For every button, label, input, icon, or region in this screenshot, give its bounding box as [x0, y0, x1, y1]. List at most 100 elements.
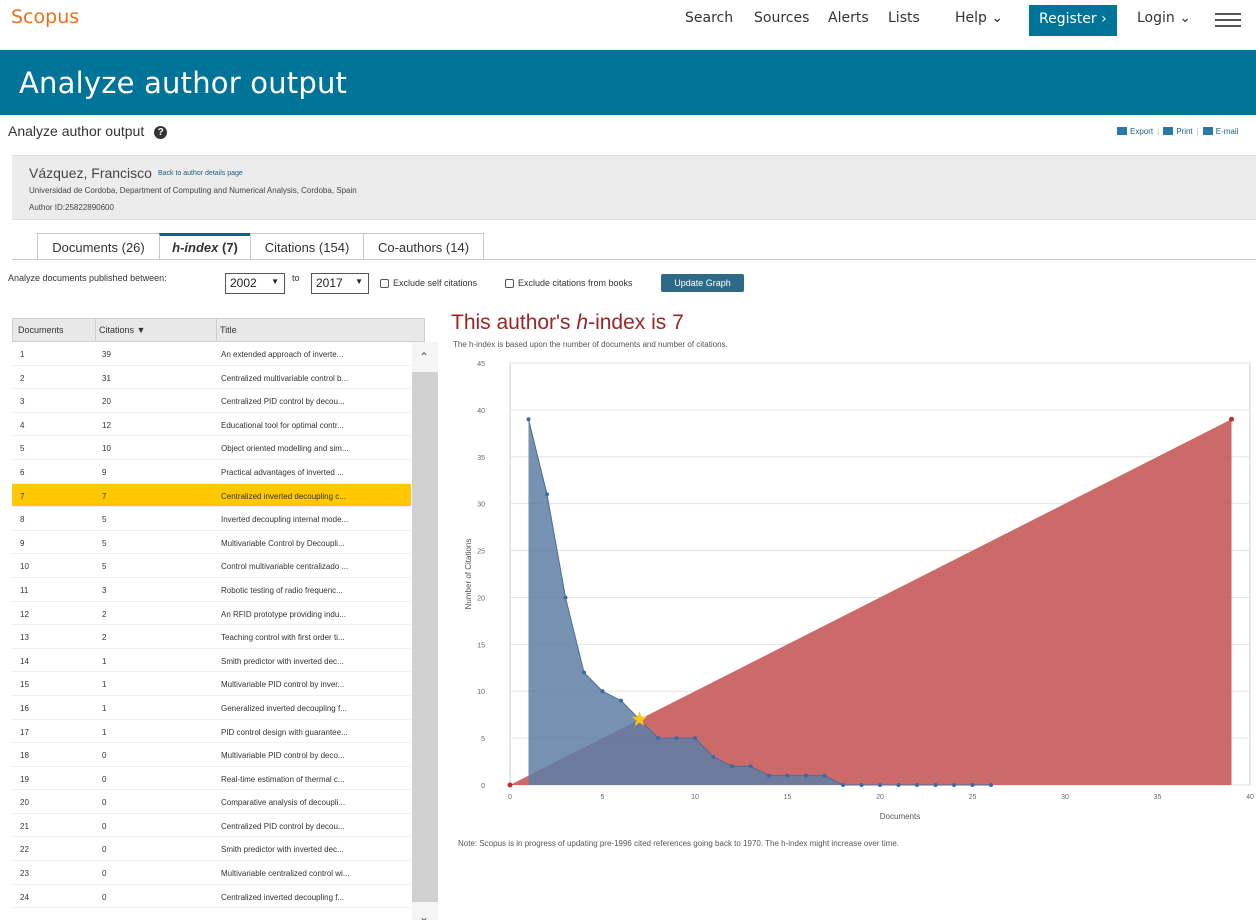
col-title[interactable]: Title — [220, 325, 237, 335]
row-citations: 0 — [102, 798, 107, 808]
row-title[interactable]: Multivariable PID control by inver... — [221, 680, 344, 689]
tab-h-index[interactable]: h-index (7) — [159, 233, 251, 260]
table-scrollbar[interactable]: ⌃ ⌄ — [412, 342, 438, 920]
table-row[interactable]: 3 20 Centralized PID control by decou... — [12, 389, 411, 413]
row-title[interactable]: Multivariable centralized control wi... — [221, 869, 350, 878]
table-row[interactable]: 14 1 Smith predictor with inverted dec... — [12, 649, 411, 673]
row-title[interactable]: Real-time estimation of thermal c... — [221, 775, 345, 784]
sort-icon: ▼ — [136, 325, 146, 335]
table-row[interactable]: 13 2 Teaching control with first order ti.… — [12, 625, 411, 649]
scroll-up-icon[interactable]: ⌃ — [419, 350, 429, 364]
table-row[interactable]: 24 0 Centralized inverted decoupling f... — [12, 885, 411, 909]
print-link[interactable]: Print — [1176, 127, 1192, 136]
row-title[interactable]: An RFID prototype providing indu... — [221, 610, 346, 619]
table-row[interactable]: 2 31 Centralized multivariable control b..… — [12, 366, 411, 390]
table-row[interactable]: 20 0 Comparative analysis of decoupli... — [12, 790, 411, 814]
row-title[interactable]: Centralized PID control by decou... — [221, 397, 345, 406]
register-button[interactable]: Register › — [1029, 5, 1117, 36]
row-title[interactable]: Multivariable PID control by deco... — [221, 751, 345, 760]
nav-sources[interactable]: Sources — [754, 10, 809, 26]
tab-co-authors[interactable]: Co-authors (14) — [363, 233, 484, 260]
row-title[interactable]: Control multivariable centralizado ... — [221, 562, 348, 571]
x-tick-label: 15 — [784, 794, 792, 801]
export-link[interactable]: Export — [1130, 127, 1153, 136]
year-to-select[interactable]: 2017 ▼ — [311, 273, 369, 294]
table-row[interactable]: 16 1 Generalized inverted decoupling f... — [12, 696, 411, 720]
nav-search[interactable]: Search — [685, 10, 733, 26]
row-title[interactable]: Smith predictor with inverted dec... — [221, 657, 344, 666]
row-title[interactable]: An extended approach of inverte... — [221, 350, 343, 359]
row-citations: 2 — [102, 609, 107, 619]
row-citations: 5 — [102, 538, 107, 548]
row-title[interactable]: Educational tool for optimal contr... — [221, 421, 344, 430]
table-row[interactable]: 8 5 Inverted decoupling internal mode... — [12, 507, 411, 531]
table-row[interactable]: 10 5 Control multivariable centralizado ..… — [12, 554, 411, 578]
row-citations: 5 — [102, 562, 107, 572]
table-row[interactable]: 15 1 Multivariable PID control by inver... — [12, 672, 411, 696]
scopus-logo[interactable]: Scopus — [11, 6, 79, 28]
back-to-author-link[interactable]: Back to author details page — [158, 170, 243, 177]
nav-lists[interactable]: Lists — [888, 10, 920, 26]
col-documents[interactable]: Documents — [18, 325, 64, 335]
update-graph-button[interactable]: Update Graph — [661, 274, 744, 292]
help-icon[interactable]: ? — [154, 126, 168, 139]
documents-table: Documents Citations ▼ Title 1 39 An extend… — [12, 318, 438, 920]
table-row[interactable]: 18 0 Multivariable PID control by deco... — [12, 743, 411, 767]
row-citations: 0 — [102, 892, 107, 902]
row-title[interactable]: Centralized inverted decoupling f... — [221, 893, 344, 902]
citations-point — [859, 783, 864, 787]
row-title[interactable]: Multivariable Control by Decoupli... — [221, 539, 345, 548]
table-row[interactable]: 17 1 PID control design with guarantee... — [12, 720, 411, 744]
citations-point — [545, 492, 549, 497]
exclude-books-checkbox[interactable] — [505, 279, 514, 288]
y-tick-label: 0 — [481, 783, 485, 790]
table-row[interactable]: 19 0 Real-time estimation of thermal c... — [12, 767, 411, 791]
scrollbar-thumb[interactable] — [412, 372, 438, 902]
row-title[interactable]: Robotic testing of radio frequenc... — [221, 586, 343, 595]
y-tick-label: 25 — [477, 549, 485, 556]
menu-icon[interactable] — [1215, 13, 1241, 27]
row-title[interactable]: Generalized inverted decoupling f... — [221, 704, 347, 713]
row-citations: 1 — [102, 656, 107, 666]
table-row[interactable]: 5 10 Object oriented modelling and sim... — [12, 436, 411, 460]
to-label: to — [292, 273, 300, 283]
table-row[interactable]: 11 3 Robotic testing of radio frequenc... — [12, 578, 411, 602]
row-doc-number: 4 — [20, 420, 25, 430]
table-row[interactable]: 1 39 An extended approach of inverte... — [12, 342, 411, 366]
table-row[interactable]: 6 9 Practical advantages of inverted ... — [12, 460, 411, 484]
table-row[interactable]: 23 0 Multivariable centralized control wi.… — [12, 861, 411, 885]
row-citations: 1 — [102, 727, 107, 737]
row-title[interactable]: Practical advantages of inverted ... — [221, 468, 344, 477]
row-title[interactable]: Centralized multivariable control b... — [221, 374, 348, 383]
citations-point — [767, 773, 771, 778]
row-title[interactable]: Comparative analysis of decoupli... — [221, 798, 345, 807]
col-citations[interactable]: Citations ▼ — [99, 325, 145, 335]
row-title[interactable]: Inverted decoupling internal mode... — [221, 515, 348, 524]
h-index-chart: 0 5 10 15 20 25 30 35 40 45 0 5 10 15 20 25 30 35 40 Docume… — [464, 361, 1254, 821]
year-from-select[interactable]: 2002 ▼ — [225, 273, 285, 294]
table-row[interactable]: 4 12 Educational tool for optimal contr... — [12, 413, 411, 437]
print-icon — [1163, 127, 1174, 135]
email-link[interactable]: E-mail — [1216, 127, 1239, 136]
row-citations: 20 — [102, 397, 111, 407]
row-title[interactable]: PID control design with guarantee... — [221, 728, 348, 737]
table-row[interactable]: 22 0 Smith predictor with inverted dec... — [12, 837, 411, 862]
nav-help[interactable]: Help ⌄ — [955, 10, 1003, 26]
exclude-self-checkbox[interactable] — [380, 279, 389, 288]
h-line-point — [507, 782, 513, 788]
table-row[interactable]: 21 0 Centralized PID control by decou... — [12, 814, 411, 838]
table-row[interactable]: 7 7 Centralized inverted decoupling c... — [12, 483, 411, 508]
row-title[interactable]: Object oriented modelling and sim... — [221, 444, 349, 453]
table-row[interactable]: 12 2 An RFID prototype providing indu... — [12, 602, 411, 626]
row-title[interactable]: Centralized inverted decoupling c... — [221, 492, 346, 501]
scroll-down-icon[interactable]: ⌄ — [419, 910, 429, 920]
row-title[interactable]: Smith predictor with inverted dec... — [221, 845, 344, 854]
nav-login[interactable]: Login ⌄ — [1137, 10, 1191, 26]
tab-documents[interactable]: Documents (26) — [37, 233, 160, 260]
tab-citations[interactable]: Citations (154) — [250, 233, 364, 260]
nav-alerts[interactable]: Alerts — [828, 10, 869, 26]
row-citations: 39 — [102, 350, 111, 359]
row-title[interactable]: Centralized PID control by decou... — [221, 822, 345, 831]
row-title[interactable]: Teaching control with first order ti... — [221, 633, 345, 642]
table-row[interactable]: 9 5 Multivariable Control by Decoupli... — [12, 531, 411, 555]
